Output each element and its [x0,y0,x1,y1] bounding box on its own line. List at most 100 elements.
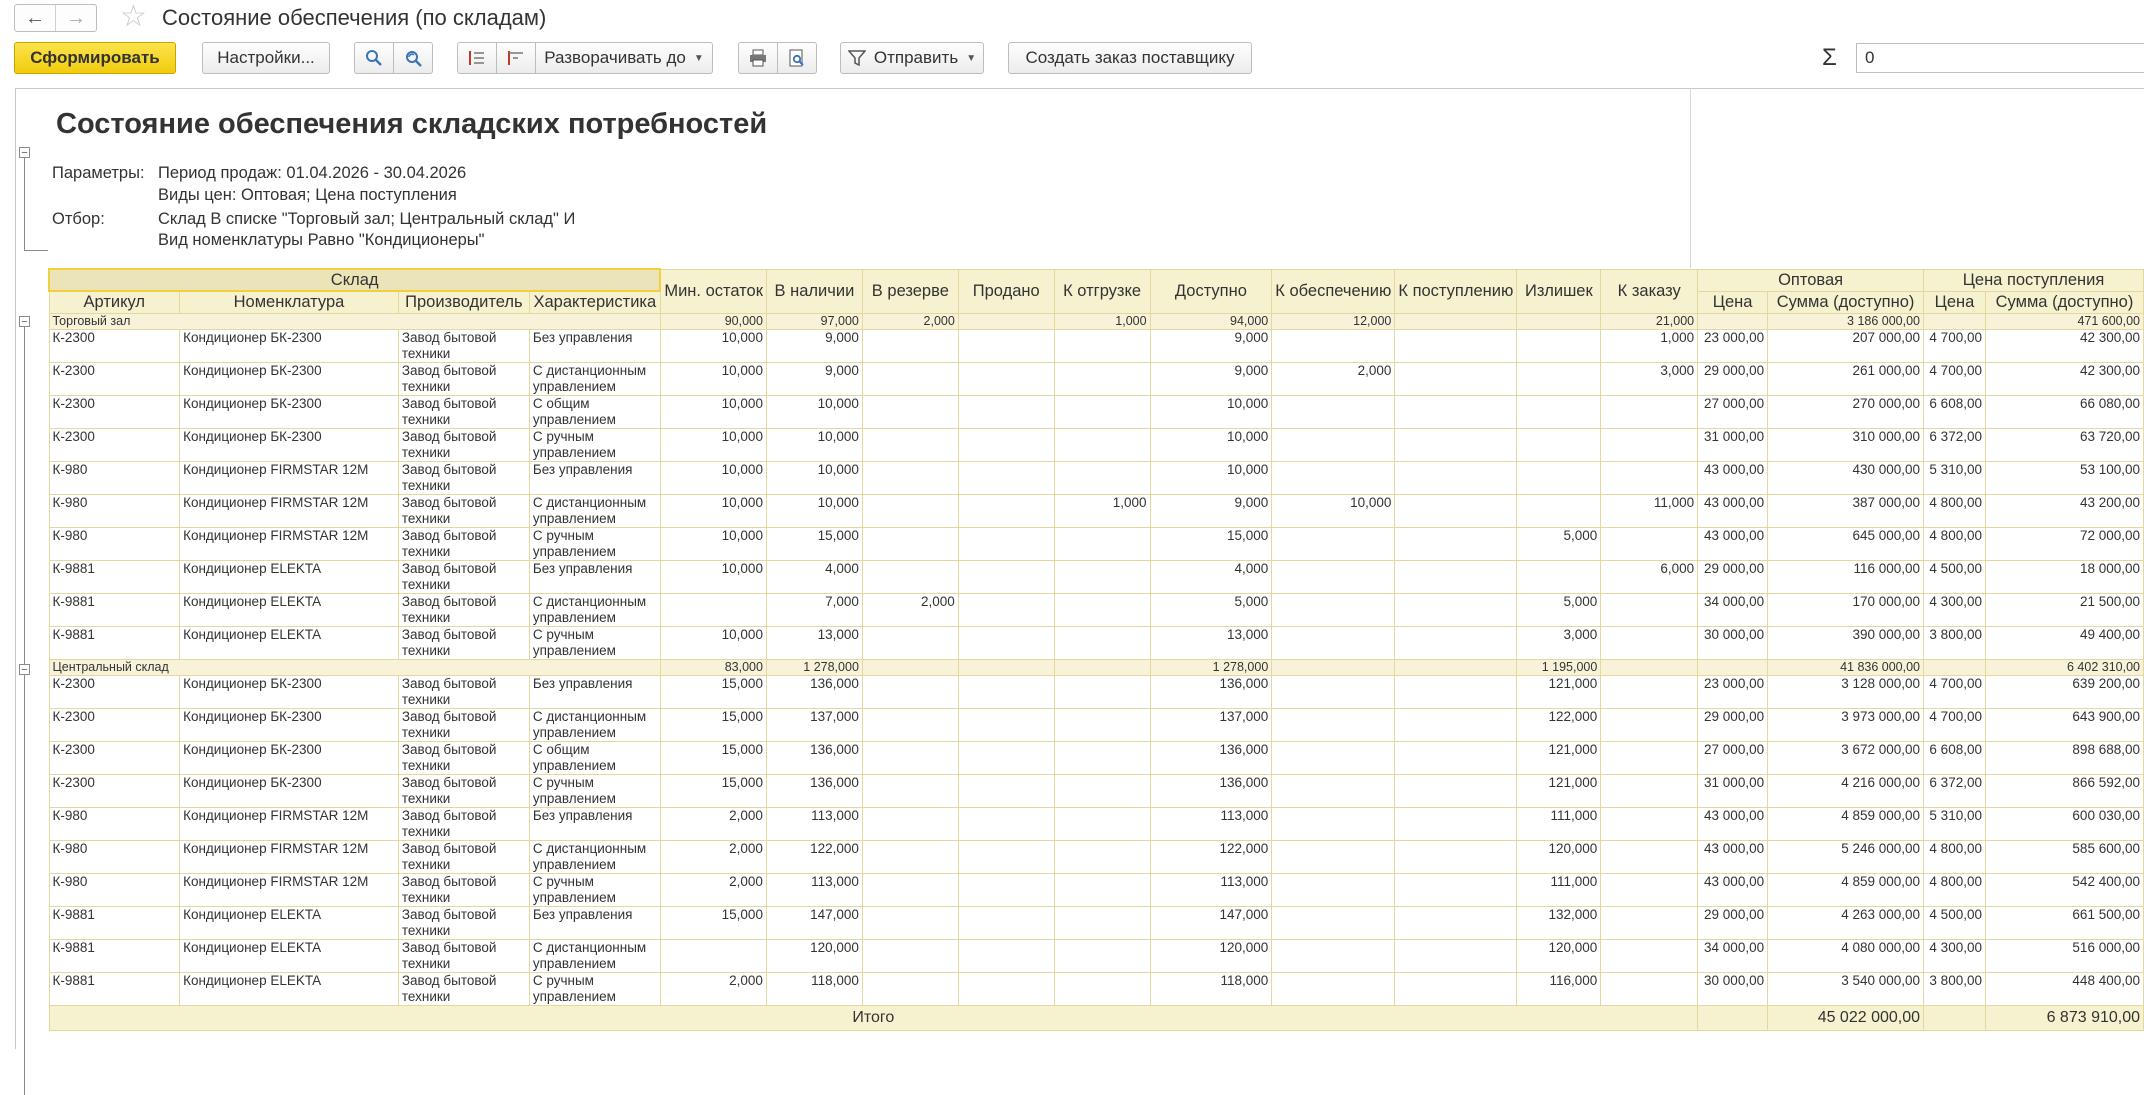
table-cell: 121,000 [1516,773,1602,808]
table-cell: 43 000,00 [1697,526,1769,561]
table-cell: 111,000 [1516,872,1602,907]
settings-button[interactable]: Настройки... [202,42,330,74]
table-row[interactable]: К-980 Кондиционер FIRMSTAR 12M Завод бытов… [48,526,2144,561]
create-supplier-order-button[interactable]: Создать заказ поставщику [1008,42,1252,74]
table-cell [1053,674,1151,709]
collapse-group-1-toggle-icon[interactable]: − [19,316,30,328]
table-row[interactable]: К-2300 Кондиционер БК-2300 Завод бытовой т… [48,328,2144,363]
filter-warehouse: Склад В списке "Торговый зал; Центральны… [158,210,576,228]
group-total-cell: 1 278,000 [765,658,863,676]
table-row[interactable]: К-9881 Кондиционер ELEKTA Завод бытовой те… [48,971,2144,1006]
header-wholesale-price: Цена [1697,290,1769,314]
table-row[interactable]: К-980 Кондиционер FIRMSTAR 12M Завод бытов… [48,839,2144,874]
table-cell: 866 592,00 [1984,773,2144,808]
print-icon[interactable] [738,42,778,74]
table-cell: 9,000 [765,328,863,363]
table-cell [1053,625,1151,660]
table-row[interactable]: К-2300 Кондиционер БК-2300 Завод бытовой т… [48,773,2144,808]
table-cell: 2,000 [1271,361,1396,396]
table-cell: К-2300 [48,328,181,363]
table-row[interactable]: К-2300 Кондиционер БК-2300 Завод бытовой т… [48,361,2144,396]
table-cell: 4 800,00 [1923,526,1986,561]
table-cell [1600,592,1699,627]
table-cell [1053,361,1151,396]
table-row[interactable]: К-9881 Кондиционер ELEKTA Завод бытовой те… [48,905,2144,940]
table-cell: Завод бытовой техники [397,740,530,775]
table-row[interactable]: К-2300 Кондиционер БК-2300 Завод бытовой т… [48,740,2144,775]
table-row[interactable]: К-9881 Кондиционер ELEKTA Завод бытовой те… [48,625,2144,660]
table-cell: Завод бытовой техники [397,328,530,363]
table-cell [1600,674,1699,709]
collapse-header-toggle-icon[interactable]: − [19,147,30,159]
table-cell: 10,000 [659,493,767,528]
table-cell [1600,773,1699,808]
table-cell [1394,526,1518,561]
table-cell: 639 200,00 [1984,674,2144,709]
table-cell [957,460,1055,495]
generate-button[interactable]: Сформировать [14,42,176,74]
collapse-group-2-toggle-icon[interactable]: − [19,664,30,676]
filter-label: Отбор: [52,210,105,228]
print-preview-icon[interactable] [777,42,817,74]
table-cell: 5 310,00 [1923,806,1986,841]
group-total-cell [1697,658,1769,676]
collapse-groups-icon[interactable] [457,42,497,74]
table-cell [1053,971,1151,1006]
table-row[interactable]: К-9881 Кондиционер ELEKTA Завод бытовой те… [48,938,2144,973]
table-cell: 5,000 [1516,592,1602,627]
table-row[interactable]: К-2300 Кондиционер БК-2300 Завод бытовой т… [48,707,2144,742]
table-row[interactable]: К-2300 Кондиционер БК-2300 Завод бытовой т… [48,427,2144,462]
table-cell: 11,000 [1600,493,1699,528]
forward-arrow-icon[interactable]: → [55,5,96,31]
warehouse-group-row[interactable]: Центральный склад 83,000 1 278,000 1 278,00… [48,658,2144,676]
table-row[interactable]: К-980 Кондиционер FIRMSTAR 12M Завод бытов… [48,493,2144,528]
table-cell: 3,000 [1516,625,1602,660]
table-cell: 121,000 [1516,740,1602,775]
favorite-star-icon[interactable]: ☆ [120,1,147,33]
sum-field[interactable] [1856,43,2144,73]
table-cell [861,625,959,660]
group-total-cell: 1,000 [1053,312,1151,330]
warehouse-group-row[interactable]: Торговый зал 90,000 97,000 2,000 1,000 94,000… [48,312,2144,330]
table-cell: 170 000,00 [1767,592,1925,627]
table-row[interactable]: К-980 Кондиционер FIRMSTAR 12M Завод бытов… [48,460,2144,495]
table-cell [1271,839,1396,874]
back-arrow-icon[interactable]: ← [15,5,55,31]
group-total-cell: 1 278,000 [1149,658,1273,676]
table-cell: 310 000,00 [1767,427,1925,462]
search-next-icon[interactable] [393,42,433,74]
table-cell: 120,000 [1516,839,1602,874]
expand-to-dropdown[interactable]: Разворачивать до ▼ [535,42,713,74]
table-cell: Кондиционер FIRMSTAR 12M [179,872,399,907]
table-cell: 136,000 [765,674,863,709]
table-row[interactable]: К-9881 Кондиционер ELEKTA Завод бытовой те… [48,559,2144,594]
table-row[interactable]: К-2300 Кондиционер БК-2300 Завод бытовой т… [48,674,2144,709]
table-cell: К-9881 [48,592,181,627]
table-row[interactable]: К-980 Кондиционер FIRMSTAR 12M Завод бытов… [48,872,2144,907]
table-cell [1394,773,1518,808]
table-cell: 120,000 [1149,938,1273,973]
header-sold: Продано [957,268,1055,314]
table-cell [861,526,959,561]
table-cell [1394,740,1518,775]
table-row[interactable]: К-9881 Кондиционер ELEKTA Завод бытовой те… [48,592,2144,627]
table-cell: Без управления [528,460,661,495]
group-total-cell [1053,658,1151,676]
table-row[interactable]: К-980 Кондиционер FIRMSTAR 12M Завод бытов… [48,806,2144,841]
table-cell: 118,000 [765,971,863,1006]
search-icon[interactable] [354,42,394,74]
table-cell [957,905,1055,940]
table-cell [1271,592,1396,627]
header-wholesale: Оптовая [1697,268,1925,292]
table-cell [1600,938,1699,973]
table-cell [1271,773,1396,808]
table-cell: Завод бытовой техники [397,773,530,808]
table-cell [1394,938,1518,973]
header-to-order: К заказу [1600,268,1699,314]
table-cell: К-2300 [48,707,181,742]
table-cell [1394,427,1518,462]
expand-groups-icon[interactable] [496,42,536,74]
table-cell: 147,000 [765,905,863,940]
table-row[interactable]: К-2300 Кондиционер БК-2300 Завод бытовой т… [48,394,2144,429]
send-dropdown[interactable]: Отправить ▼ [840,42,984,74]
